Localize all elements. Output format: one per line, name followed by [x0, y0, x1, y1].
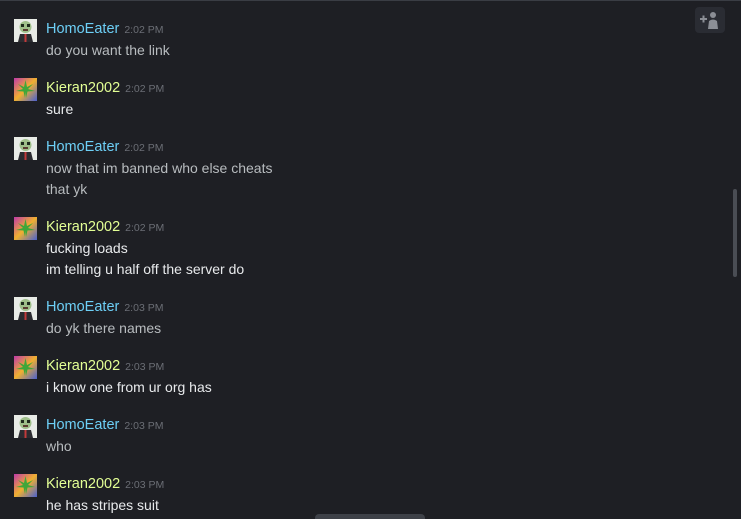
message-line: do you want the link	[46, 42, 170, 58]
chat-scrollbar-thumb[interactable]	[733, 189, 737, 277]
sender-name[interactable]: Kieran2002	[46, 219, 120, 235]
sender-name[interactable]: Kieran2002	[46, 476, 120, 492]
message-timestamp: 2:03 PM	[125, 361, 165, 373]
sender-name[interactable]: HomoEater	[46, 21, 119, 37]
sender-name[interactable]: Kieran2002	[46, 358, 120, 374]
message-body: fucking loads im telling u half off the …	[46, 238, 244, 280]
skull-mask-avatar[interactable]	[14, 297, 37, 320]
skull-mask-avatar[interactable]	[14, 137, 37, 160]
message-header: HomoEater 2:02 PM	[46, 19, 163, 39]
message-line: i know one from ur org has	[46, 379, 212, 395]
message-body: who	[46, 436, 72, 457]
chat-input-handle[interactable]	[315, 514, 425, 519]
chat-window: HomoEater 2:02 PM do you want the link K…	[0, 0, 741, 519]
message-timestamp: 2:02 PM	[125, 83, 165, 95]
message-timestamp: 2:03 PM	[124, 302, 164, 314]
message-header: HomoEater 2:03 PM	[46, 415, 163, 435]
message-header: Kieran2002 2:02 PM	[46, 78, 164, 98]
message-line: now that im banned who else cheats	[46, 160, 273, 176]
message-timestamp: 2:03 PM	[125, 479, 165, 491]
sender-name[interactable]: Kieran2002	[46, 80, 120, 96]
skull-mask-avatar[interactable]	[14, 415, 37, 438]
leaf-avatar[interactable]	[14, 217, 37, 240]
message-timestamp: 2:02 PM	[124, 142, 164, 154]
message-timestamp: 2:02 PM	[125, 222, 165, 234]
message-header: HomoEater 2:02 PM	[46, 137, 163, 157]
message-body: do yk there names	[46, 318, 161, 339]
leaf-avatar[interactable]	[14, 78, 37, 101]
skull-mask-avatar[interactable]	[14, 19, 37, 42]
chat-log[interactable]: HomoEater 2:02 PM do you want the link K…	[0, 1, 725, 519]
message-header: Kieran2002 2:03 PM	[46, 356, 164, 376]
message-line: that yk	[46, 181, 88, 197]
message-body: sure	[46, 99, 73, 120]
message-timestamp: 2:02 PM	[124, 24, 164, 36]
message-body: do you want the link	[46, 40, 170, 61]
message-line: do yk there names	[46, 320, 162, 336]
message-header: Kieran2002 2:02 PM	[46, 217, 164, 237]
message-header: Kieran2002 2:03 PM	[46, 474, 164, 494]
leaf-avatar[interactable]	[14, 356, 37, 379]
message-line: who	[46, 438, 72, 454]
message-body: now that im banned who else cheats that …	[46, 158, 272, 200]
sender-name[interactable]: HomoEater	[46, 299, 119, 315]
message-timestamp: 2:03 PM	[124, 420, 164, 432]
sender-name[interactable]: HomoEater	[46, 139, 119, 155]
message-body: he has stripes suit	[46, 495, 159, 516]
sender-name[interactable]: HomoEater	[46, 417, 119, 433]
message-line: sure	[46, 101, 74, 117]
message-line: he has stripes suit	[46, 497, 159, 513]
message-body: i know one from ur org has	[46, 377, 212, 398]
message-line: im telling u half off the server do	[46, 261, 245, 277]
message-line: fucking loads	[46, 240, 128, 256]
message-header: HomoEater 2:03 PM	[46, 297, 163, 317]
leaf-avatar[interactable]	[14, 474, 37, 497]
